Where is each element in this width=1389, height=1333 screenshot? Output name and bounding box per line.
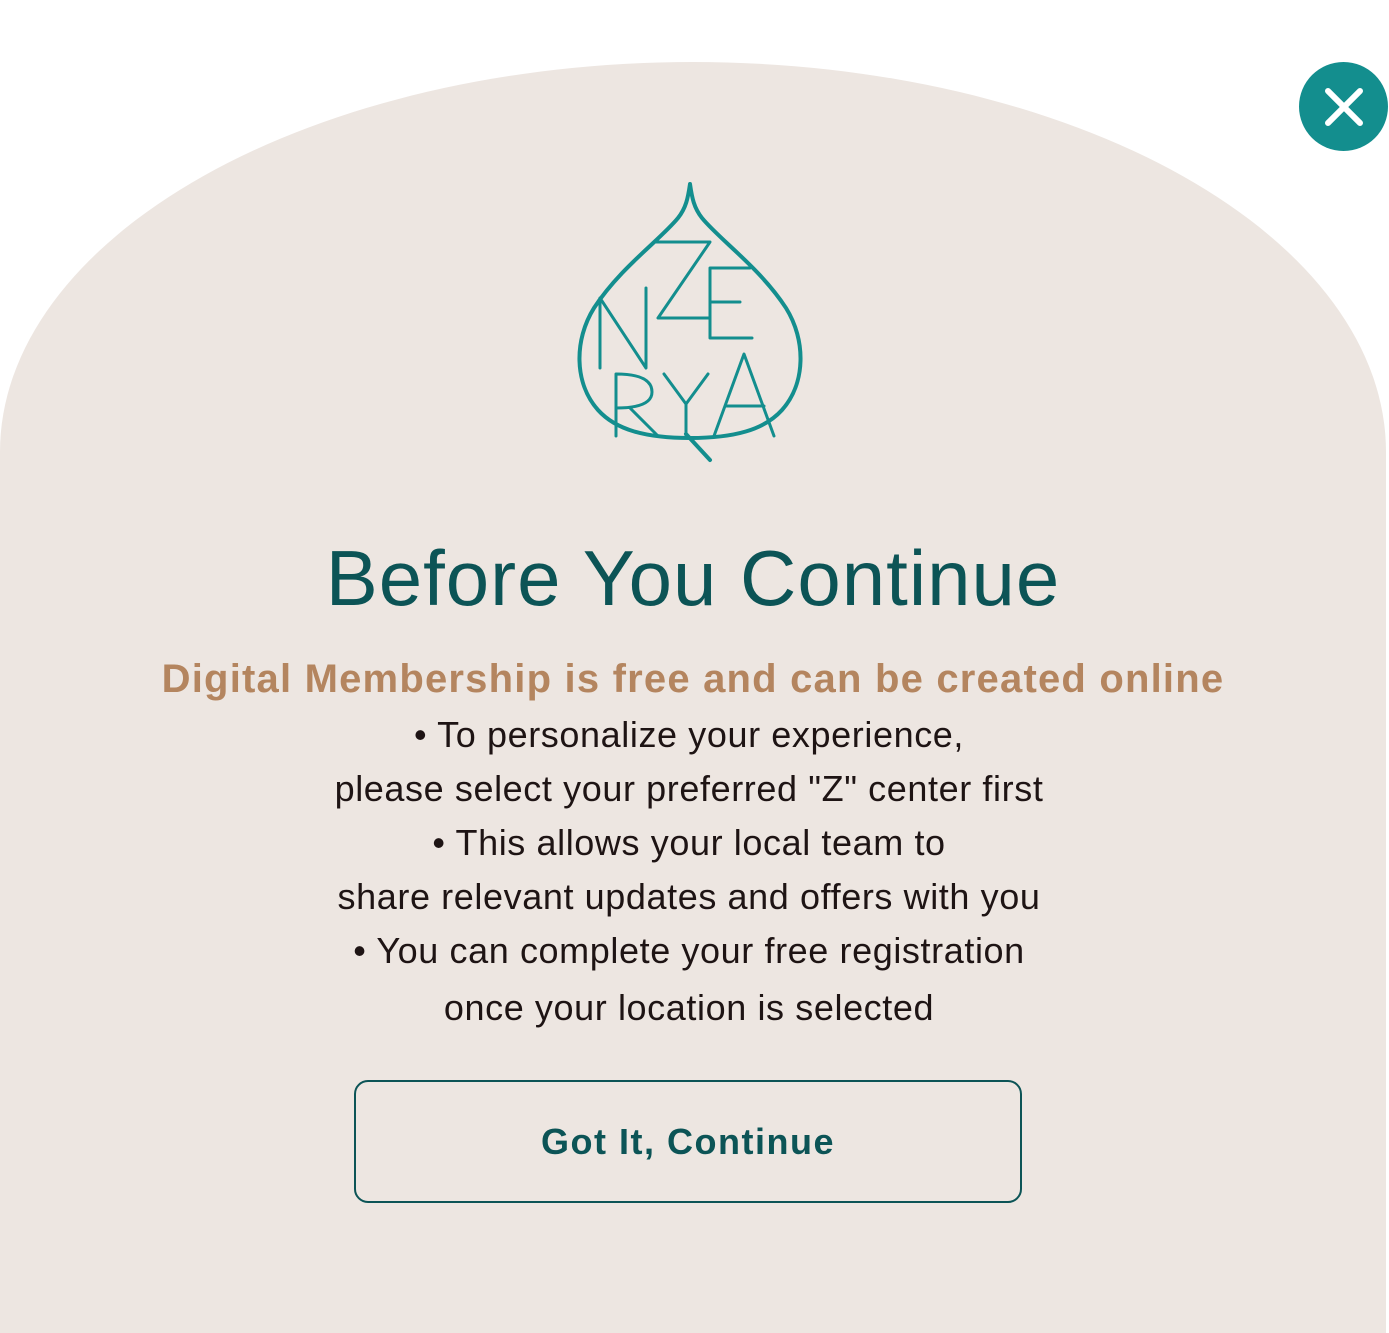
- body-line: • This allows your local team to: [432, 822, 946, 863]
- close-icon: [1324, 87, 1363, 126]
- body-line: • You can complete your free registratio…: [353, 930, 1025, 971]
- body-line: share relevant updates and offers with y…: [337, 876, 1041, 917]
- modal-subtitle: Digital Membership is free and can be cr…: [161, 657, 1225, 701]
- close-button[interactable]: [1299, 62, 1388, 151]
- page: Before You Continue Digital Membership i…: [0, 0, 1389, 1333]
- zenrya-logo: [577, 182, 803, 462]
- body-line: • To personalize your experience,: [413, 714, 965, 755]
- got-it-continue-label: Got It, Continue: [541, 1120, 835, 1162]
- modal-title: Before You Continue: [325, 534, 1061, 622]
- modal-body: • To personalize your experience, please…: [0, 708, 1378, 1035]
- got-it-continue-button[interactable]: Got It, Continue: [354, 1080, 1022, 1203]
- body-line: once your location is selected: [443, 987, 935, 1028]
- body-line: please select your preferred "Z" center …: [334, 768, 1044, 809]
